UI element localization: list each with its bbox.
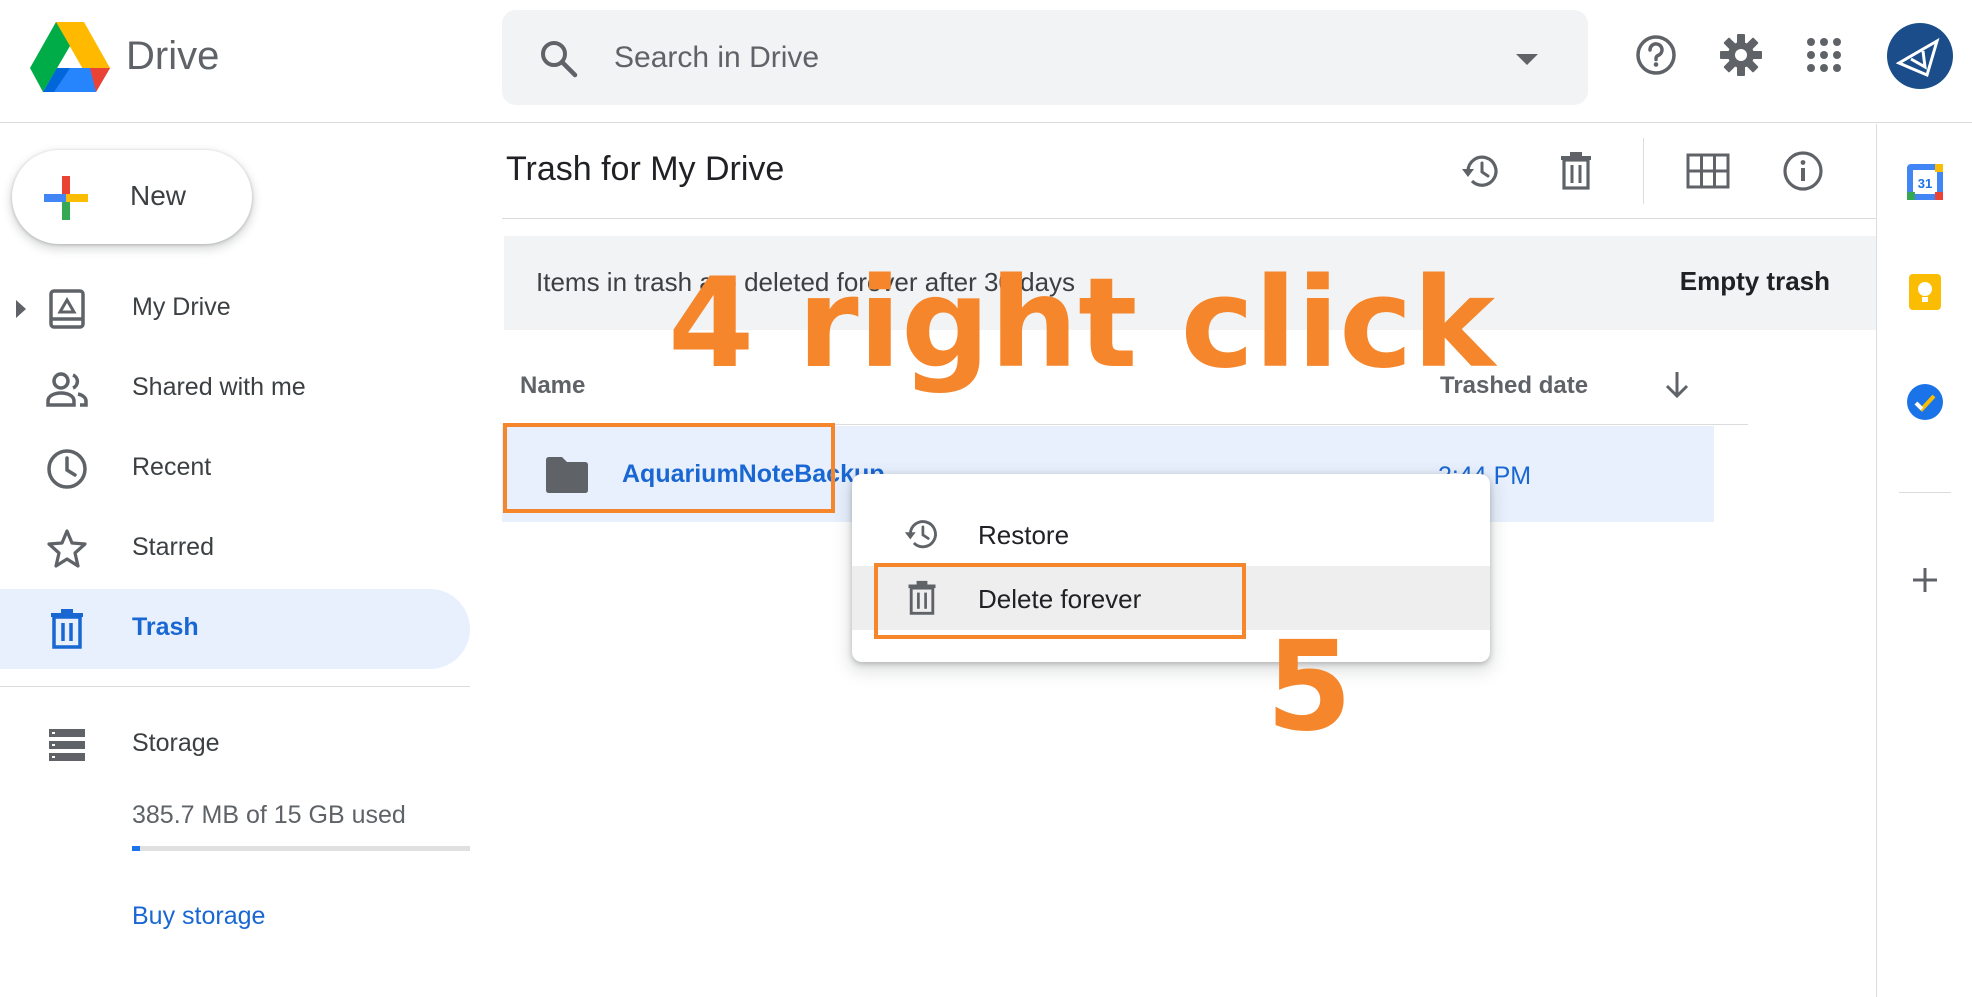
toolbar-separator xyxy=(1643,138,1644,204)
clock-icon xyxy=(47,449,87,489)
storage-usage-text: 385.7 MB of 15 GB used xyxy=(132,801,406,829)
sidebar-item-label: Shared with me xyxy=(132,373,306,401)
buy-storage-link[interactable]: Buy storage xyxy=(132,902,265,931)
empty-trash-button[interactable]: Empty trash xyxy=(1680,266,1830,297)
side-panel-divider xyxy=(1899,492,1951,493)
sidebar-item-label: Trash xyxy=(132,613,199,641)
sidebar-item-shared-with-me[interactable]: Shared with me xyxy=(0,349,470,429)
sidebar-item-my-drive[interactable]: My Drive xyxy=(0,269,470,349)
search-input[interactable] xyxy=(614,28,1474,88)
trash-info-message: Items in trash are deleted forever after… xyxy=(536,267,1076,297)
trash-info-banner: Items in trash are deleted forever after… xyxy=(504,236,1876,330)
calendar-icon[interactable]: 31 xyxy=(1905,162,1945,202)
restore-all-button[interactable] xyxy=(1456,146,1506,196)
keep-icon[interactable] xyxy=(1905,272,1945,312)
sort-arrow-down-icon[interactable] xyxy=(1660,368,1694,402)
sidebar-item-label: Recent xyxy=(132,453,212,481)
apps-button[interactable] xyxy=(1799,30,1849,80)
storage-icon xyxy=(49,729,85,761)
search-options-dropdown-icon[interactable] xyxy=(1516,54,1538,65)
avatar-image xyxy=(1895,37,1940,78)
sidebar-item-label: Storage xyxy=(132,729,220,757)
page-title: Trash for My Drive xyxy=(506,150,785,188)
header-divider xyxy=(502,424,1748,425)
trash-icon xyxy=(1561,152,1591,190)
gear-icon xyxy=(1720,34,1762,76)
settings-button[interactable] xyxy=(1716,30,1766,80)
star-icon xyxy=(47,529,87,568)
menu-item-delete-forever[interactable]: Delete forever xyxy=(852,566,1490,630)
folder-icon xyxy=(546,457,588,493)
main-divider xyxy=(502,218,1876,219)
file-name[interactable]: AquariumNoteBackup xyxy=(622,460,885,489)
account-avatar[interactable] xyxy=(1887,23,1953,89)
trash-icon xyxy=(908,580,936,615)
trash-icon xyxy=(51,609,83,649)
svg-text:31: 31 xyxy=(1918,176,1932,191)
app-name: Drive xyxy=(126,34,220,78)
restore-icon xyxy=(904,520,937,549)
info-icon xyxy=(1783,151,1823,191)
storage-progress-bar xyxy=(132,846,470,851)
plus-icon xyxy=(44,176,88,220)
help-icon xyxy=(1636,35,1676,75)
menu-item-label: Restore xyxy=(978,520,1070,550)
shared-icon xyxy=(46,372,88,407)
column-header-trashed-date[interactable]: Trashed date xyxy=(1440,372,1588,400)
restore-icon xyxy=(1462,155,1498,187)
tasks-icon[interactable] xyxy=(1905,382,1945,422)
drive-logo[interactable] xyxy=(30,22,110,92)
sidebar-item-label: Starred xyxy=(132,533,214,561)
menu-item-label: Delete forever xyxy=(978,584,1142,614)
grid-view-icon xyxy=(1686,153,1730,189)
side-panel: 31 xyxy=(1876,124,1972,997)
expand-arrow-icon[interactable] xyxy=(16,300,26,318)
grid-view-button[interactable] xyxy=(1683,146,1733,196)
delete-forever-toolbar-button[interactable] xyxy=(1551,146,1601,196)
sidebar-divider xyxy=(0,686,470,687)
sidebar-item-label: My Drive xyxy=(132,293,231,321)
details-button[interactable] xyxy=(1778,146,1828,196)
top-bar: Drive xyxy=(0,0,1972,123)
column-header-name[interactable]: Name xyxy=(520,372,585,400)
new-button[interactable]: New xyxy=(12,150,252,244)
search-bar[interactable] xyxy=(502,10,1588,105)
menu-item-restore[interactable]: Restore xyxy=(852,502,1490,566)
apps-grid-icon xyxy=(1807,38,1841,72)
search-icon[interactable] xyxy=(538,38,578,78)
help-button[interactable] xyxy=(1631,30,1681,80)
storage-progress-fill xyxy=(132,846,141,851)
sidebar-item-storage[interactable]: Storage xyxy=(0,705,470,785)
sidebar-item-trash[interactable]: Trash xyxy=(0,589,470,669)
sidebar-item-starred[interactable]: Starred xyxy=(0,509,470,589)
add-icon[interactable] xyxy=(1905,560,1945,600)
my-drive-icon xyxy=(49,289,85,329)
new-button-label: New xyxy=(130,180,187,211)
context-menu: Restore Delete forever xyxy=(852,474,1490,662)
sidebar-item-recent[interactable]: Recent xyxy=(0,429,470,509)
